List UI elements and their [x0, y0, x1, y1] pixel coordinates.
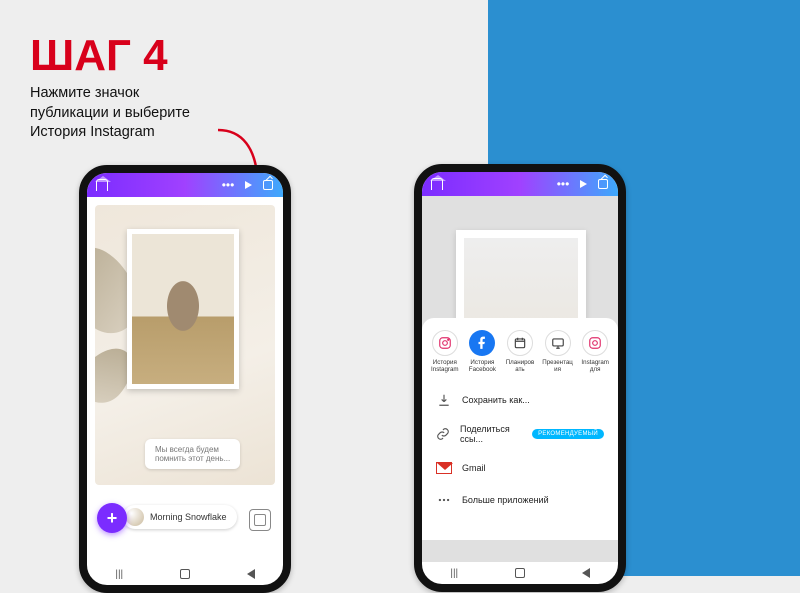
share-icon[interactable]	[261, 178, 275, 192]
more-apps-icon	[436, 492, 452, 508]
option-more-apps[interactable]: Больше приложений	[422, 484, 618, 516]
back-nav-icon[interactable]	[582, 568, 590, 578]
author-chip[interactable]: Morning Snowflake	[123, 505, 237, 529]
share-sheet: История Instagram История Facebook Плани…	[422, 318, 618, 540]
link-icon	[436, 426, 450, 442]
step-title: ШАГ 4	[30, 34, 190, 78]
pages-icon[interactable]	[249, 509, 271, 531]
share-target-instagram-story[interactable]: История Instagram	[426, 330, 464, 374]
phone-mockup-right: ••• История Instagram	[414, 164, 626, 592]
play-icon[interactable]	[576, 177, 590, 191]
story-caption[interactable]: Мы всегда будем помнить этот день...	[145, 439, 240, 469]
avatar	[126, 508, 144, 526]
share-target-facebook-story[interactable]: История Facebook	[464, 330, 502, 374]
play-icon[interactable]	[241, 178, 255, 192]
share-target-instagram[interactable]: Instagram для	[576, 330, 614, 374]
more-icon[interactable]: •••	[556, 177, 570, 191]
story-card[interactable]: Мы всегда будем помнить этот день...	[95, 205, 275, 485]
android-navbar: |||	[87, 563, 283, 585]
add-page-button[interactable]: +	[97, 503, 127, 533]
app-toolbar: •••	[87, 173, 283, 197]
recents-icon[interactable]: |||	[450, 568, 458, 579]
step-description: Нажмите значок публикации и выберите Ист…	[30, 84, 190, 143]
gmail-icon	[436, 460, 452, 476]
share-target-present[interactable]: Презентац ия	[539, 330, 577, 374]
recommended-badge: РЕКОМЕНДУЕМЫЙ	[532, 429, 604, 439]
app-toolbar: •••	[422, 172, 618, 196]
home-icon[interactable]	[95, 178, 109, 192]
phone-mockup-left: ••• Мы всегда будем помнить этот день...…	[79, 165, 291, 593]
home-icon[interactable]	[430, 177, 444, 191]
tutorial-heading: ШАГ 4 Нажмите значок публикации и выбери…	[30, 34, 190, 143]
author-name: Morning Snowflake	[150, 512, 227, 522]
download-icon	[436, 392, 452, 408]
instagram-icon	[432, 330, 458, 356]
more-icon[interactable]: •••	[221, 178, 235, 192]
home-nav-icon[interactable]	[515, 568, 525, 578]
facebook-icon	[469, 330, 495, 356]
option-save-as[interactable]: Сохранить как...	[422, 384, 618, 416]
android-navbar: |||	[422, 562, 618, 584]
story-photo[interactable]	[127, 229, 239, 389]
instagram-icon	[582, 330, 608, 356]
share-targets-row: История Instagram История Facebook Плани…	[422, 326, 618, 374]
option-share-link[interactable]: Поделиться ссы... РЕКОМЕНДУЕМЫЙ	[422, 416, 618, 452]
calendar-icon	[507, 330, 533, 356]
recents-icon[interactable]: |||	[115, 569, 123, 580]
present-icon	[545, 330, 571, 356]
back-nav-icon[interactable]	[247, 569, 255, 579]
option-gmail[interactable]: Gmail	[422, 452, 618, 484]
share-icon[interactable]	[596, 177, 610, 191]
home-nav-icon[interactable]	[180, 569, 190, 579]
share-target-schedule[interactable]: Планиров ать	[501, 330, 539, 374]
design-canvas[interactable]: Мы всегда будем помнить этот день... Mor…	[87, 197, 283, 563]
